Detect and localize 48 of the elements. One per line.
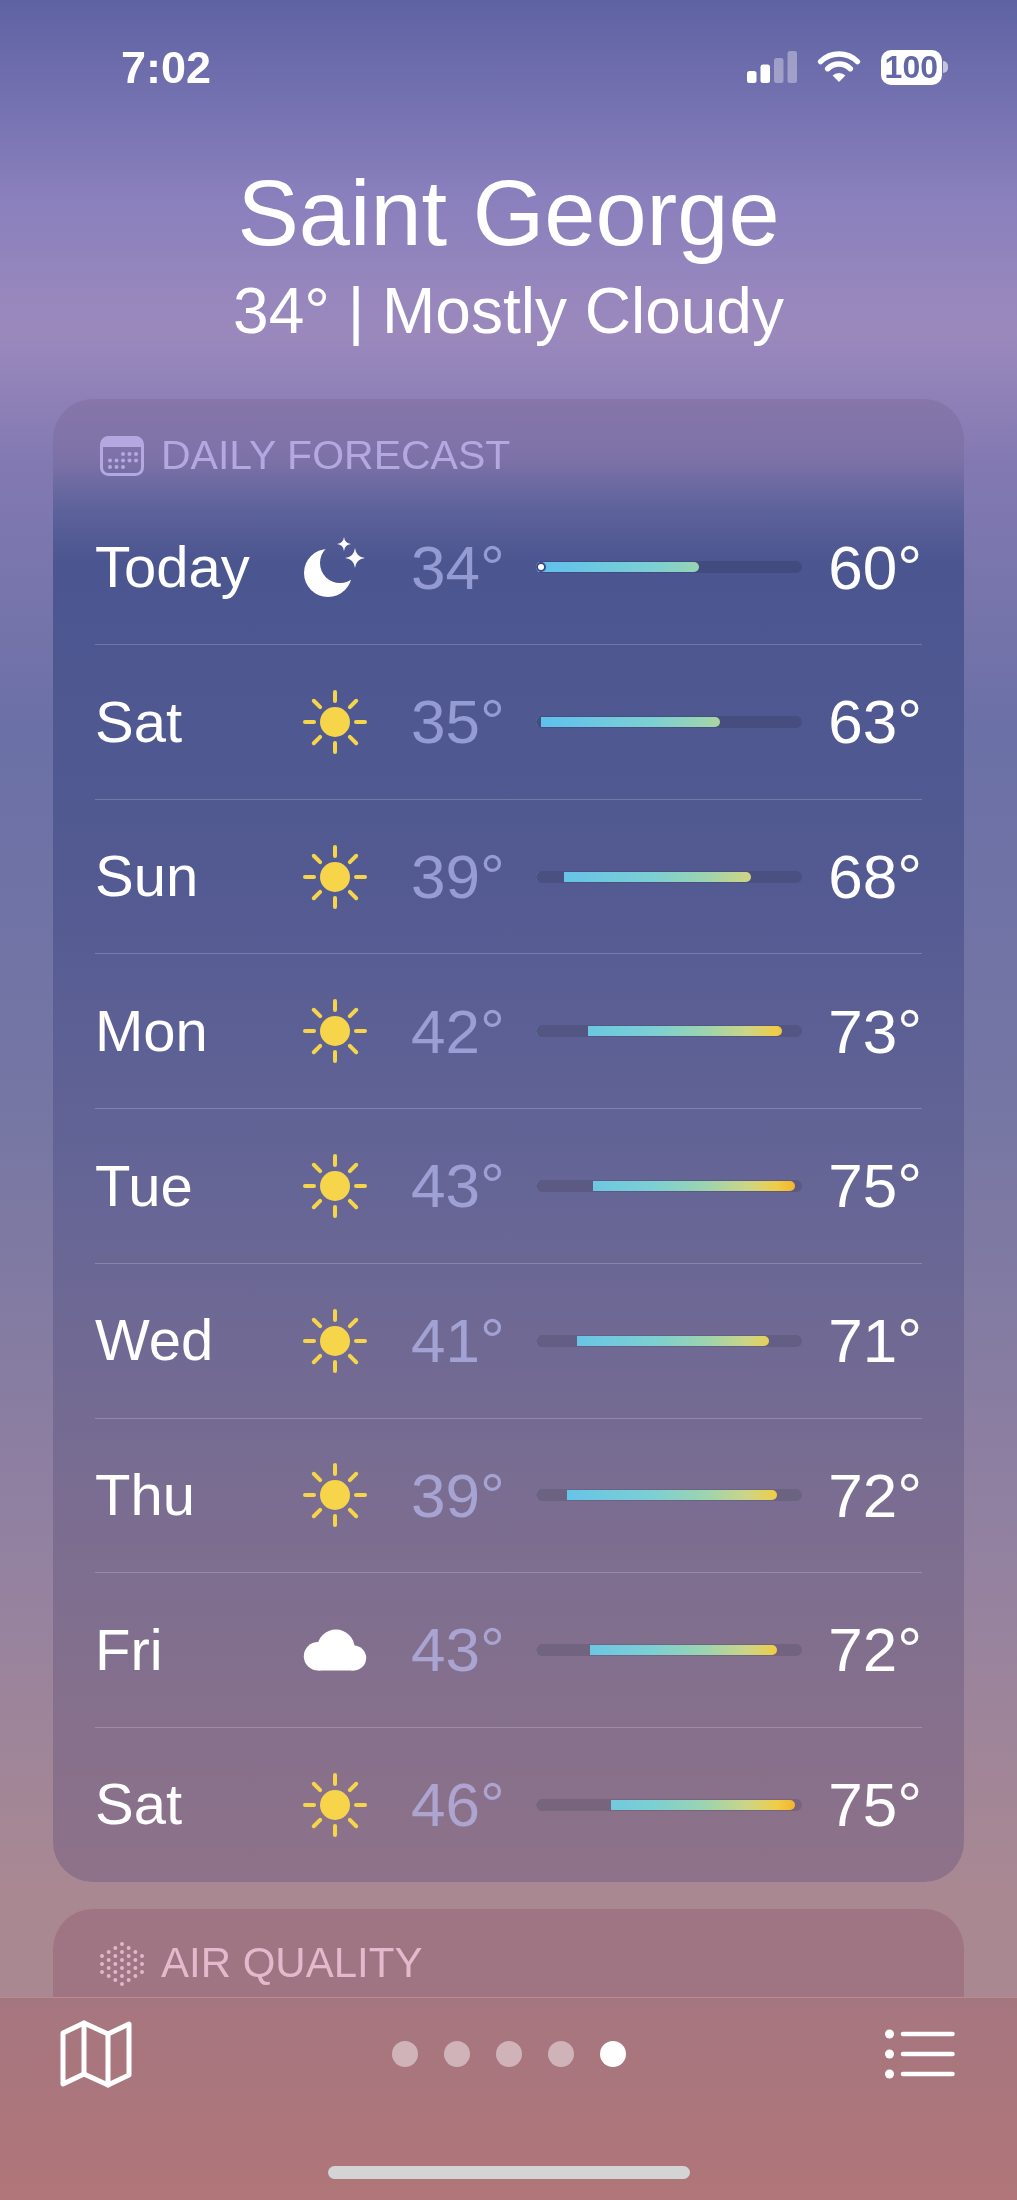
low-temperature: 46° (411, 1769, 506, 1841)
low-temperature: 35° (411, 686, 506, 758)
high-temperature: 60° (827, 531, 922, 603)
current-conditions: 34° | Mostly Cloudy (232, 274, 785, 349)
sun-icon (302, 1307, 368, 1374)
high-temperature: 71° (827, 1305, 922, 1377)
sun-icon (302, 843, 368, 910)
low-temperature: 34° (411, 531, 506, 603)
clock-time: 7:02 (121, 44, 212, 90)
day-label: Sun (95, 843, 200, 910)
sun-icon (302, 998, 368, 1065)
signal-icon (746, 51, 797, 83)
day-label: Tue (95, 1152, 194, 1220)
calendar-icon (100, 435, 144, 476)
low-temperature: 42° (411, 995, 506, 1067)
day-label: Thu (95, 1462, 196, 1529)
day-label: Sat (95, 1771, 184, 1839)
high-temperature: 72° (827, 1614, 922, 1686)
sun-icon (302, 1153, 368, 1219)
city-name: Saint George (236, 161, 781, 266)
high-temperature: 75° (827, 1150, 922, 1222)
high-temperature: 63° (827, 686, 922, 758)
day-label: Wed (95, 1307, 215, 1374)
cloud-icon (302, 1628, 368, 1673)
sun-icon (302, 1771, 368, 1838)
day-label: Today (95, 533, 251, 601)
list-icon (885, 2029, 955, 2079)
low-temperature: 39° (411, 840, 506, 913)
map-button[interactable] (60, 2020, 132, 2088)
high-temperature: 72° (827, 1459, 922, 1531)
sun-icon (302, 688, 368, 755)
list-button[interactable] (885, 2029, 955, 2079)
wifi-icon (816, 51, 861, 83)
forecast-title: DAILY FORECAST (161, 432, 511, 480)
low-temperature: 43° (411, 1614, 506, 1686)
low-temperature: 39° (411, 1459, 506, 1531)
battery-indicator: 100 (880, 49, 948, 85)
high-temperature: 68° (827, 840, 922, 913)
low-temperature: 43° (411, 1150, 506, 1222)
day-label: Mon (95, 997, 209, 1065)
low-temperature: 41° (411, 1305, 506, 1377)
day-label: Sat (95, 688, 184, 756)
air-quality-title: AIR QUALITY (161, 1939, 423, 1988)
map-icon (60, 2020, 132, 2088)
high-temperature: 75° (827, 1769, 922, 1841)
sun-icon (302, 1462, 368, 1529)
high-temperature: 73° (827, 995, 922, 1067)
day-label: Fri (95, 1616, 164, 1684)
